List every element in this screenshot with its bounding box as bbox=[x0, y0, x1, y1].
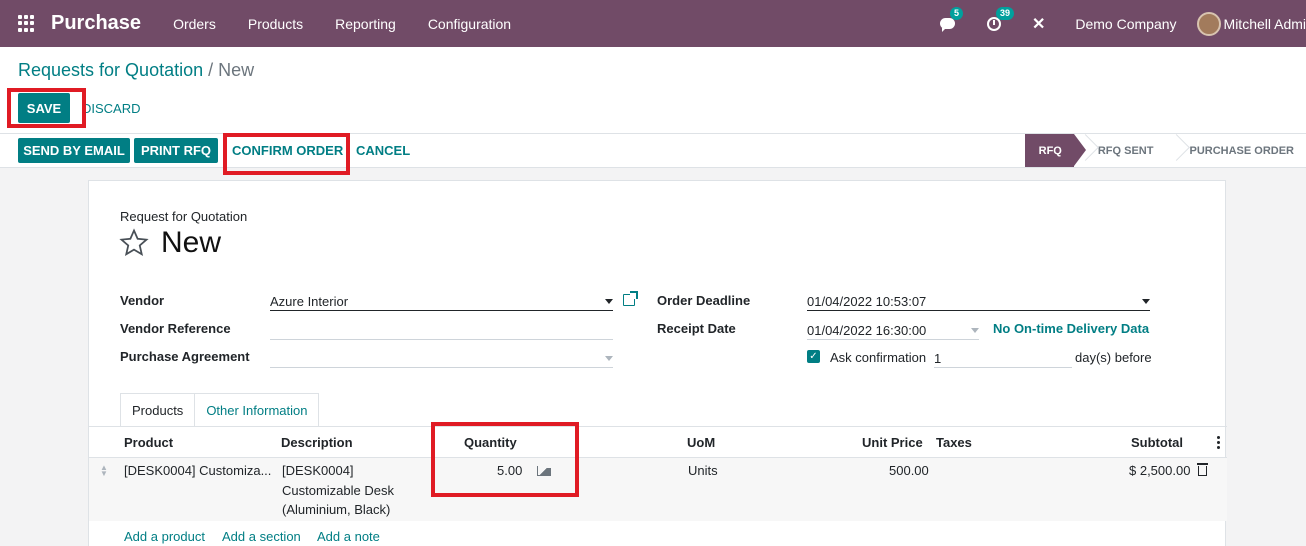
chevron-down-icon[interactable] bbox=[1142, 299, 1150, 304]
status-bar: RFQ RFQ SENT PURCHASE ORDER bbox=[1024, 134, 1306, 167]
discard-button[interactable]: DISCARD bbox=[82, 93, 141, 123]
menu-reporting[interactable]: Reporting bbox=[319, 16, 412, 32]
column-header-subtotal[interactable]: Subtotal bbox=[1131, 435, 1183, 450]
tools-icon[interactable]: ✕ bbox=[1032, 14, 1045, 34]
order-deadline-value: 01/04/2022 10:53:07 bbox=[807, 294, 927, 309]
ask-confirmation-days-input[interactable]: 1 bbox=[934, 346, 1072, 368]
print-rfq-button[interactable]: PRINT RFQ bbox=[134, 138, 218, 163]
tabs-divider bbox=[89, 426, 1227, 427]
drag-handle-icon[interactable]: ▲ ▼ bbox=[100, 464, 108, 478]
column-header-taxes[interactable]: Taxes bbox=[936, 435, 972, 450]
activities-count-badge: 39 bbox=[995, 6, 1014, 20]
order-deadline-field[interactable]: 01/04/2022 10:53:07 bbox=[807, 289, 1150, 311]
menu-configuration[interactable]: Configuration bbox=[412, 16, 527, 32]
breadcrumb-parent[interactable]: Requests for Quotation bbox=[18, 60, 203, 80]
purchase-agreement-field[interactable] bbox=[270, 346, 613, 368]
menu-products[interactable]: Products bbox=[232, 16, 319, 32]
receipt-date-value: 01/04/2022 16:30:00 bbox=[807, 323, 927, 338]
trash-icon[interactable] bbox=[1197, 463, 1208, 476]
purchase-agreement-label: Purchase Agreement bbox=[120, 349, 250, 364]
apps-menu-icon[interactable] bbox=[18, 14, 36, 33]
row-product[interactable]: [DESK0004] Customiza... bbox=[124, 463, 271, 478]
form-subtitle: Request for Quotation bbox=[120, 209, 248, 224]
vendor-reference-label: Vendor Reference bbox=[120, 321, 231, 336]
tab-products[interactable]: Products bbox=[120, 393, 196, 426]
vendor-field[interactable]: Azure Interior bbox=[270, 289, 613, 311]
notebook-tabs: Products Other Information bbox=[120, 393, 320, 426]
send-by-email-button[interactable]: SEND BY EMAIL bbox=[18, 138, 130, 163]
app-brand[interactable]: Purchase bbox=[51, 12, 141, 35]
star-icon[interactable] bbox=[119, 228, 149, 258]
user-menu[interactable]: Mitchell Admi bbox=[1224, 16, 1306, 32]
control-panel: Requests for Quotation / New SAVE DISCAR… bbox=[0, 47, 1306, 168]
messages-count-badge: 5 bbox=[949, 6, 963, 20]
column-header-quantity[interactable]: Quantity bbox=[464, 435, 517, 450]
activities-button[interactable]: 39 bbox=[986, 6, 1014, 33]
row-unit-price[interactable]: 500.00 bbox=[889, 463, 929, 478]
external-link-icon[interactable] bbox=[623, 291, 638, 306]
avatar[interactable] bbox=[1196, 11, 1221, 36]
vendor-label: Vendor bbox=[120, 293, 165, 308]
form-sheet: Request for Quotation New Vendor Azure I… bbox=[88, 180, 1227, 546]
forecast-chart-icon[interactable] bbox=[537, 466, 551, 476]
receipt-date-field[interactable]: 01/04/2022 16:30:00 bbox=[807, 318, 979, 340]
ask-confirmation-label: Ask confirmation bbox=[830, 350, 927, 365]
row-description-line3[interactable]: (Aluminium, Black) bbox=[282, 502, 390, 517]
receipt-date-label: Receipt Date bbox=[657, 321, 736, 336]
order-deadline-label: Order Deadline bbox=[657, 293, 751, 308]
column-header-uom[interactable]: UoM bbox=[687, 435, 715, 450]
column-header-description[interactable]: Description bbox=[281, 435, 353, 450]
status-purchase-order[interactable]: PURCHASE ORDER bbox=[1165, 134, 1306, 167]
cancel-button[interactable]: CANCEL bbox=[356, 138, 410, 163]
add-note-link[interactable]: Add a note bbox=[317, 529, 380, 544]
column-header-product[interactable]: Product bbox=[124, 435, 173, 450]
tab-other-information[interactable]: Other Information bbox=[195, 393, 320, 426]
on-time-delivery-link[interactable]: No On-time Delivery Data bbox=[993, 321, 1149, 336]
column-header-unit-price[interactable]: Unit Price bbox=[862, 435, 923, 450]
page-title: New bbox=[161, 226, 222, 259]
navbar-systray: 5 39 ✕ Demo Company Mitchell Admi bbox=[926, 0, 1306, 47]
add-product-link[interactable]: Add a product bbox=[124, 529, 205, 544]
ask-confirmation-checkbox[interactable]: ✓ bbox=[807, 350, 820, 363]
confirm-order-button[interactable]: CONFIRM ORDER bbox=[232, 138, 343, 163]
breadcrumb-separator: / bbox=[208, 60, 214, 80]
top-navbar: Purchase Orders Products Reporting Confi… bbox=[0, 0, 1306, 47]
vendor-reference-input[interactable] bbox=[270, 318, 613, 340]
row-description-line1[interactable]: [DESK0004] bbox=[282, 463, 354, 478]
chevron-down-icon[interactable] bbox=[605, 299, 613, 304]
days-before-label: day(s) before bbox=[1075, 350, 1152, 365]
breadcrumb-current: New bbox=[218, 60, 255, 80]
chevron-down-icon[interactable] bbox=[605, 356, 613, 361]
chevron-down-icon[interactable] bbox=[971, 328, 979, 333]
add-section-link[interactable]: Add a section bbox=[222, 529, 301, 544]
company-switcher[interactable]: Demo Company bbox=[1075, 16, 1176, 32]
row-uom[interactable]: Units bbox=[688, 463, 718, 478]
row-subtotal: $ 2,500.00 bbox=[1129, 463, 1191, 478]
breadcrumb: Requests for Quotation / New bbox=[18, 60, 254, 81]
messages-button[interactable]: 5 bbox=[939, 6, 963, 33]
row-quantity[interactable]: 5.00 bbox=[497, 463, 522, 478]
status-rfq[interactable]: RFQ bbox=[1024, 134, 1087, 167]
status-rfq-sent[interactable]: RFQ SENT bbox=[1074, 134, 1166, 167]
menu-orders[interactable]: Orders bbox=[157, 16, 232, 32]
save-button[interactable]: SAVE bbox=[18, 93, 70, 123]
vendor-value: Azure Interior bbox=[270, 294, 349, 309]
kebab-icon[interactable] bbox=[1217, 436, 1220, 451]
row-description-line2[interactable]: Customizable Desk bbox=[282, 483, 394, 498]
